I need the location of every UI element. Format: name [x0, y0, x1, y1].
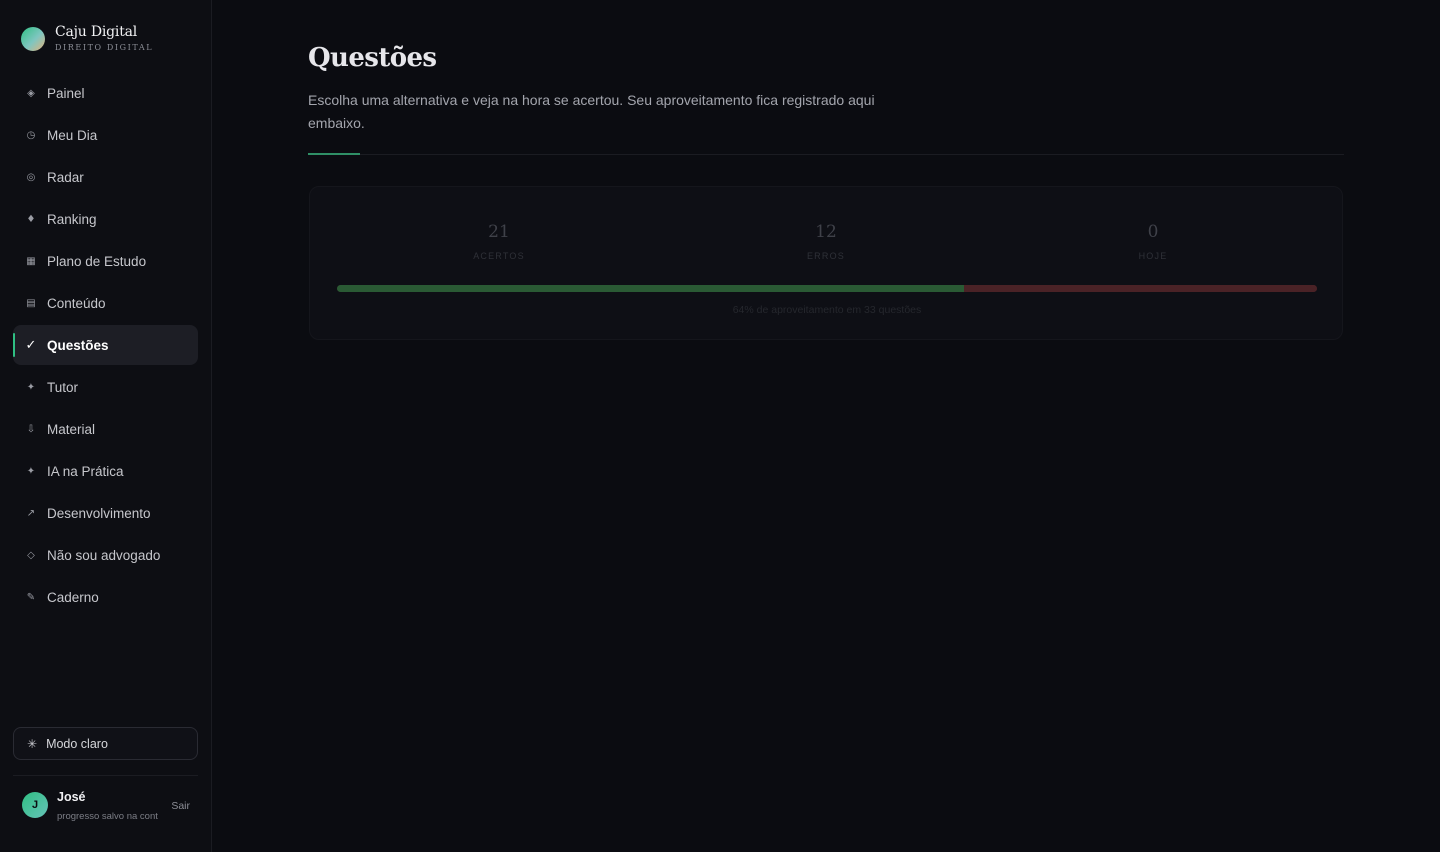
sidebar-item-label: Material: [47, 421, 96, 437]
sun-icon: ✳: [27, 736, 38, 751]
sidebar-item-label: Ranking: [47, 211, 97, 227]
brand-text: Caju Digital DIREITO DIGITAL: [55, 24, 153, 53]
sidebar-item-desenvolvimento[interactable]: ↗ Desenvolvimento: [13, 493, 198, 533]
book-icon: ▤: [26, 297, 36, 309]
sidebar-item-label: Questões: [47, 337, 109, 353]
clock-icon: ◷: [26, 129, 36, 141]
app-root: Caju Digital DIREITO DIGITAL ◈ Painel ◷ Meu…: [0, 0, 1440, 852]
sidebar-item-label: IA na Prática: [47, 463, 124, 479]
sidebar: Caju Digital DIREITO DIGITAL ◈ Painel ◷ Meu…: [0, 0, 212, 852]
sidebar-item-label: Radar: [47, 169, 84, 185]
brand-subtitle: DIREITO DIGITAL: [55, 43, 154, 52]
page-description: Escolha uma alternativa e veja na hora s…: [308, 92, 875, 131]
sidebar-item-material[interactable]: ⇩ Material: [13, 409, 198, 449]
stat-label: HOJE: [1138, 251, 1168, 261]
stat-label: ERROS: [806, 251, 845, 261]
sparkle-icon: ✦: [26, 465, 36, 477]
sidebar-item-nao-sou-advogado[interactable]: ◇ Não sou advogado: [13, 535, 198, 575]
main-content: Questões Escolha uma alternativa e veja …: [212, 0, 1440, 852]
stats-card: 21 ACERTOS 12 ERROS 0 HOJE 64% de aprove…: [309, 186, 1343, 340]
sidebar-item-caderno[interactable]: ✎ Caderno: [13, 577, 198, 617]
sidebar-item-label: Tutor: [47, 379, 79, 395]
sidebar-item-label: Conteúdo: [47, 295, 106, 311]
sidebar-item-label: Painel: [47, 85, 85, 101]
trophy-icon: ♦: [26, 213, 36, 225]
target-icon: ◎: [26, 171, 36, 183]
brand-logo: [21, 26, 45, 51]
stat-correct: 21 ACERTOS: [399, 221, 599, 261]
logout-button[interactable]: Sair: [171, 800, 190, 812]
user-status: progresso salvo na cont: [57, 811, 158, 822]
stat-today: 0 HOJE: [1053, 221, 1253, 261]
sidebar-item-questoes[interactable]: ✓ Questões: [13, 325, 198, 365]
sidebar-item-ranking[interactable]: ♦ Ranking: [13, 199, 198, 239]
page-title: Questões: [308, 43, 437, 73]
theme-toggle-label: Modo claro: [46, 736, 108, 751]
sparkle-icon: ✦: [26, 381, 36, 393]
download-icon: ⇩: [26, 423, 36, 435]
calendar-grid-icon: ▦: [26, 255, 36, 267]
sidebar-item-painel[interactable]: ◈ Painel: [13, 73, 198, 113]
diamond-outline-icon: ◇: [27, 549, 35, 561]
user-name: José: [57, 790, 86, 804]
sidebar-divider: [13, 775, 198, 776]
sidebar-item-radar[interactable]: ◎ Radar: [13, 157, 198, 197]
stat-errors: 12 ERROS: [726, 221, 926, 261]
sidebar-item-label: Desenvolvimento: [47, 505, 151, 521]
sidebar-item-label: Meu Dia: [47, 127, 98, 143]
stat-value: 0: [1147, 222, 1159, 242]
sidebar-item-label: Caderno: [47, 589, 99, 605]
stat-label: ACERTOS: [473, 251, 525, 261]
progress-bar: [337, 285, 1317, 292]
theme-toggle-button[interactable]: ✳ Modo claro: [13, 727, 198, 760]
stat-value: 12: [815, 222, 837, 242]
header-accent: [308, 153, 360, 155]
diamond-icon: ◈: [27, 87, 35, 99]
sidebar-item-tutor[interactable]: ✦ Tutor: [13, 367, 198, 407]
sidebar-item-label: Não sou advogado: [47, 547, 161, 563]
check-icon: ✓: [25, 337, 37, 353]
progress-caption: 64% de aproveitamento em 33 questões: [732, 304, 922, 316]
progress-fill-correct: [337, 285, 965, 292]
brand-name: Caju Digital: [55, 24, 138, 40]
sidebar-item-meu-dia[interactable]: ◷ Meu Dia: [13, 115, 198, 155]
sidebar-item-label: Plano de Estudo: [47, 253, 147, 269]
progress-fill-errors: [964, 285, 1317, 292]
pencil-icon: ✎: [26, 591, 36, 603]
stat-value: 21: [488, 222, 510, 242]
user-profile: J José progresso salvo na cont Sair: [22, 789, 198, 825]
avatar[interactable]: J: [22, 792, 48, 818]
header-divider: [308, 154, 1344, 155]
sidebar-nav: ◈ Painel ◷ Meu Dia ◎ Radar ♦ Ranking ▦ Plano de E…: [13, 73, 198, 619]
brand[interactable]: Caju Digital DIREITO DIGITAL: [21, 24, 153, 53]
sidebar-item-ia-na-pratica[interactable]: ✦ IA na Prática: [13, 451, 198, 491]
sidebar-item-plano-de-estudo[interactable]: ▦ Plano de Estudo: [13, 241, 198, 281]
sidebar-item-conteudo[interactable]: ▤ Conteúdo: [13, 283, 198, 323]
trend-up-icon: ↗: [26, 507, 36, 519]
